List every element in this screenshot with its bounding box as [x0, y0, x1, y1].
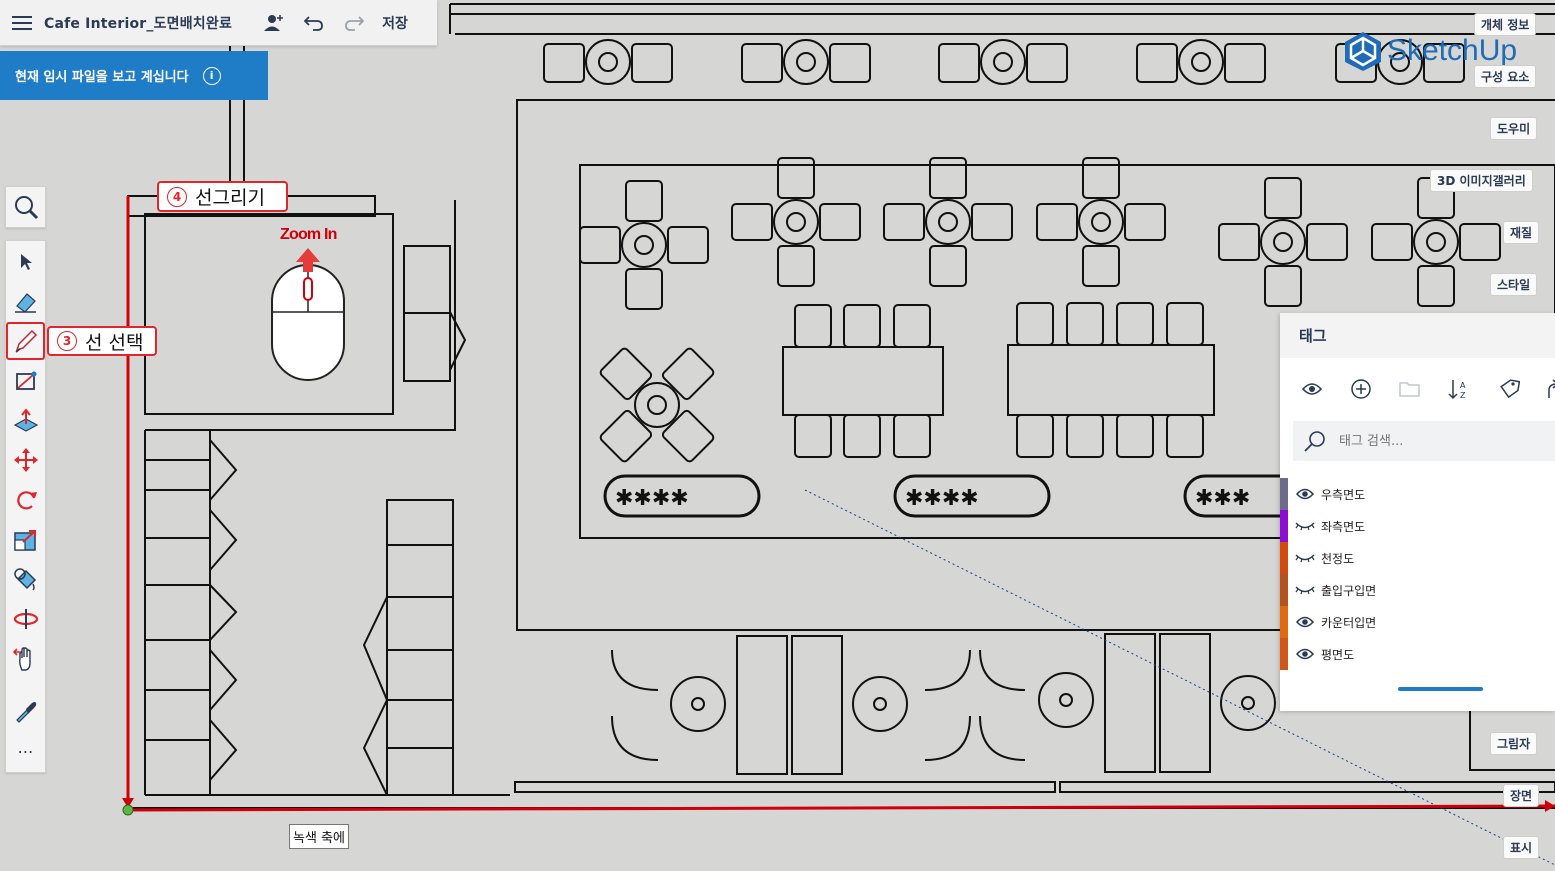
- callout-draw-line: 4 선그리기: [157, 181, 288, 212]
- folder-icon[interactable]: [1398, 377, 1422, 401]
- eye-hidden-icon[interactable]: [1294, 520, 1316, 532]
- rectangle-icon[interactable]: [6, 362, 45, 400]
- tag-name: 출입구입면: [1321, 583, 1377, 598]
- tag-name: 우측면도: [1321, 487, 1366, 502]
- rotate-icon[interactable]: [6, 481, 45, 519]
- tag-name: 카운터입면: [1321, 615, 1377, 630]
- tab-entity-info[interactable]: 개체 정보: [1474, 13, 1537, 36]
- svg-text:✱✱✱: ✱✱✱: [1195, 486, 1250, 511]
- tag-search-input[interactable]: [1337, 432, 1541, 450]
- tags-scrollbar[interactable]: [1398, 687, 1483, 691]
- callout-number: 4: [167, 186, 187, 207]
- tags-panel-title: 태그: [1280, 313, 1555, 358]
- callout-number: 3: [57, 331, 77, 351]
- eraser-icon[interactable]: [6, 283, 45, 321]
- tag-color-swatch[interactable]: [1280, 542, 1288, 574]
- sort-az-icon[interactable]: AZ: [1447, 377, 1471, 401]
- document-title: Cafe Interior_도면배치완료: [44, 15, 233, 32]
- svg-text:✱✱✱✱: ✱✱✱✱: [615, 486, 689, 511]
- tags-panel: 태그 AZ 우측면도좌측면도천정도출입구입면카운터입면평면도: [1280, 313, 1555, 711]
- top-bar: Cafe Interior_도면배치완료 저장: [0, 0, 437, 46]
- zoom-in-label: Zoom In: [280, 226, 337, 243]
- scale-icon[interactable]: [6, 521, 45, 559]
- tag-tool-icon[interactable]: [1497, 377, 1521, 401]
- tag-color-swatch[interactable]: [1280, 638, 1288, 670]
- brand-name: SketchUp: [1387, 34, 1518, 67]
- callout-text: 선그리기: [195, 187, 265, 209]
- eye-icon[interactable]: [1300, 377, 1324, 401]
- tag-row[interactable]: 우측면도: [1280, 478, 1555, 510]
- search-tool-panel: [5, 186, 46, 228]
- tag-color-swatch[interactable]: [1280, 574, 1288, 606]
- eye-hidden-icon[interactable]: [1294, 552, 1316, 564]
- tag-search-box: [1293, 421, 1555, 461]
- tag-row[interactable]: 천정도: [1280, 542, 1555, 574]
- tag-name: 좌측면도: [1321, 519, 1366, 534]
- tag-row[interactable]: 평면도: [1280, 638, 1555, 670]
- orbit-icon[interactable]: [6, 600, 45, 638]
- tag-row[interactable]: 출입구입면: [1280, 574, 1555, 606]
- sketchup-logo-icon: [1345, 32, 1381, 71]
- tab-shadows[interactable]: 그림자: [1490, 732, 1538, 755]
- eye-icon[interactable]: [1294, 648, 1316, 660]
- more-icon[interactable]: ⋯: [6, 732, 45, 770]
- callout-text: 선 선택: [85, 331, 144, 354]
- paint-bucket-icon[interactable]: [6, 560, 45, 598]
- tab-scenes[interactable]: 장면: [1503, 784, 1540, 807]
- select-arrow-icon[interactable]: [6, 243, 45, 281]
- add-tag-icon[interactable]: [1349, 377, 1373, 401]
- callout-select-line: 3 선 선택: [47, 326, 157, 356]
- pencil-line-icon[interactable]: [6, 322, 45, 360]
- tab-components[interactable]: 구성 요소: [1474, 65, 1537, 88]
- tool-panel: ⋯: [5, 240, 46, 773]
- move-icon[interactable]: [6, 441, 45, 479]
- eye-icon[interactable]: [1294, 488, 1316, 500]
- tag-name: 평면도: [1321, 647, 1355, 662]
- undo-icon[interactable]: [294, 0, 334, 45]
- banner-text: 현재 임시 파일을 보고 계십니다: [15, 70, 189, 85]
- eye-hidden-icon[interactable]: [1294, 584, 1316, 596]
- tag-color-swatch[interactable]: [1280, 478, 1288, 510]
- search-icon: [1304, 431, 1325, 452]
- tab-3d-gallery[interactable]: 3D 이미지갤러리: [1430, 169, 1533, 192]
- add-user-icon[interactable]: [254, 0, 294, 45]
- svg-text:✱✱✱✱: ✱✱✱✱: [905, 486, 979, 511]
- tab-materials[interactable]: 재질: [1503, 221, 1540, 244]
- menu-icon[interactable]: [0, 0, 44, 45]
- axis-inference-tooltip: 녹색 축에: [289, 824, 349, 849]
- pan-hand-icon[interactable]: [6, 640, 45, 678]
- tab-styles[interactable]: 스타일: [1490, 273, 1538, 296]
- eye-icon[interactable]: [1294, 616, 1316, 628]
- tab-display[interactable]: 표시: [1503, 836, 1540, 859]
- search-icon[interactable]: [6, 188, 45, 226]
- push-pull-icon[interactable]: [6, 402, 45, 440]
- svg-text:Z: Z: [1460, 391, 1466, 400]
- tag-color-swatch[interactable]: [1280, 606, 1288, 638]
- tag-name: 천정도: [1321, 551, 1355, 566]
- redo-icon[interactable]: [334, 0, 374, 45]
- tag-row[interactable]: 카운터입면: [1280, 606, 1555, 638]
- save-button[interactable]: 저장: [374, 13, 416, 33]
- share-icon[interactable]: [1542, 377, 1555, 401]
- tab-instructor[interactable]: 도우미: [1490, 117, 1538, 140]
- tag-color-swatch[interactable]: [1280, 510, 1288, 542]
- tag-row[interactable]: 좌측면도: [1280, 510, 1555, 542]
- svg-text:A: A: [1460, 381, 1466, 390]
- eyedropper-icon[interactable]: [6, 692, 45, 730]
- temporary-file-banner: 현재 임시 파일을 보고 계십니다 i: [0, 51, 268, 100]
- info-icon[interactable]: i: [202, 66, 221, 85]
